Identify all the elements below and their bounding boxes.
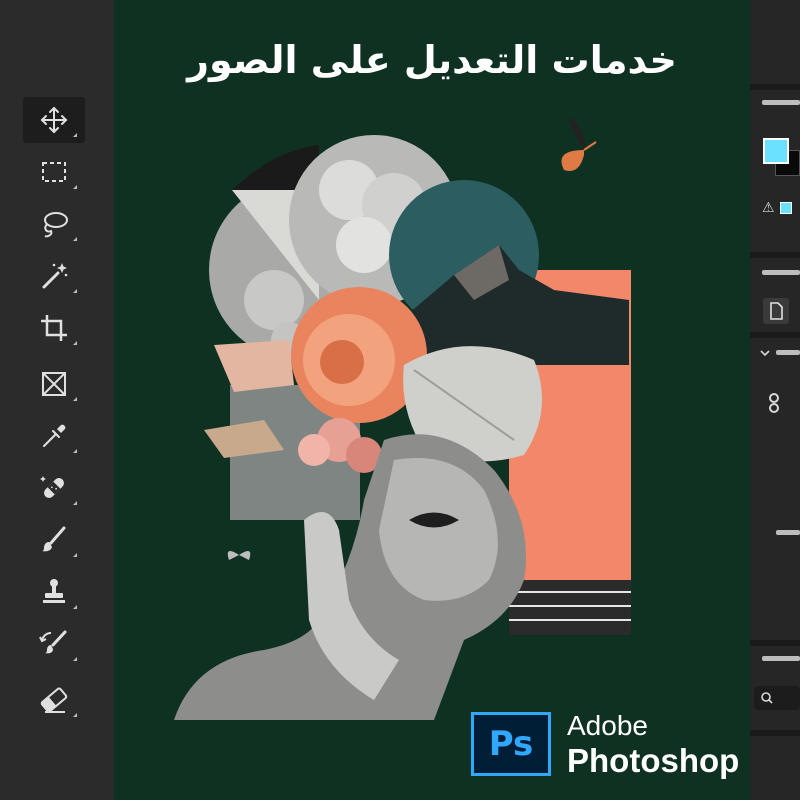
history-brush-icon	[39, 630, 67, 654]
document-button[interactable]	[763, 298, 789, 324]
crop-icon	[41, 315, 67, 341]
lasso-tool-button[interactable]	[23, 201, 85, 247]
brush-tool-button[interactable]	[23, 517, 85, 563]
move-icon	[40, 106, 68, 134]
panel-divider	[750, 332, 800, 338]
frame-icon	[42, 372, 66, 396]
stamp-tool-button[interactable]	[23, 569, 85, 615]
brush-icon	[42, 526, 66, 552]
link-icon[interactable]	[764, 392, 784, 414]
right-panel: ⚠	[750, 0, 800, 800]
move-tool-button[interactable]	[23, 97, 85, 143]
collage-artwork	[174, 118, 631, 720]
magic-wand-tool-button[interactable]	[23, 253, 85, 299]
eyedropper-icon	[43, 424, 66, 447]
photoshop-logo: Ps	[471, 712, 551, 776]
document-canvas[interactable]: خدمات التعديل على الصور Ps Adobe Photosh…	[114, 0, 750, 800]
lasso-icon	[44, 212, 68, 238]
chevron-down-icon[interactable]	[758, 346, 772, 360]
panel-divider	[750, 84, 800, 90]
panel-section-bar	[776, 350, 800, 355]
clone-stamp-icon	[43, 579, 65, 603]
panel-divider	[750, 730, 800, 736]
tools-panel	[0, 0, 114, 800]
magic-wand-icon	[42, 263, 68, 289]
panel-divider	[750, 252, 800, 258]
brand-name: Adobe Photoshop	[567, 710, 740, 779]
brand-line-photoshop: Photoshop	[567, 742, 740, 779]
panel-tab-handle[interactable]	[762, 100, 800, 105]
panel-tab-handle[interactable]	[762, 270, 800, 275]
document-icon	[770, 302, 783, 320]
history-brush-tool-button[interactable]	[23, 621, 85, 667]
healing-tool-button[interactable]	[23, 465, 85, 511]
warning-icon: ⚠	[762, 200, 775, 216]
frame-tool-button[interactable]	[23, 361, 85, 407]
panel-divider	[750, 640, 800, 646]
panel-tab-handle[interactable]	[762, 656, 800, 661]
eraser-tool-button[interactable]	[23, 677, 85, 723]
foreground-color-swatch[interactable]	[763, 138, 789, 164]
bandage-icon	[40, 476, 64, 498]
crop-tool-button[interactable]	[23, 305, 85, 351]
brand-line-adobe: Adobe	[567, 710, 648, 741]
eyedropper-tool-button[interactable]	[23, 413, 85, 459]
photoshop-logo-text: Ps	[488, 724, 534, 764]
panel-section-bar	[776, 530, 800, 535]
layers-search-field[interactable]	[754, 686, 800, 710]
color-swatch-small[interactable]	[780, 202, 792, 214]
eraser-icon	[40, 687, 68, 713]
rectangular-marquee-icon	[42, 162, 66, 182]
search-icon	[761, 692, 773, 704]
marquee-tool-button[interactable]	[23, 149, 85, 195]
